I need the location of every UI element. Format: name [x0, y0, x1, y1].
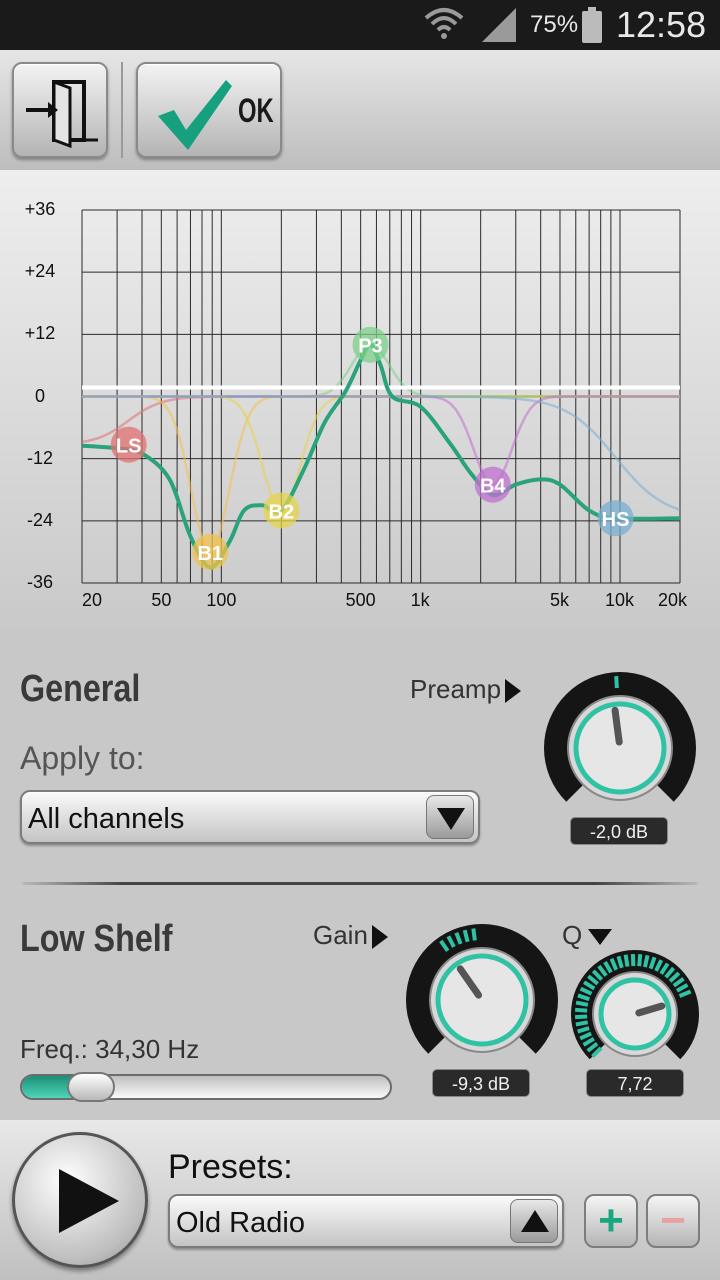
presets-value: Old Radio — [176, 1207, 305, 1239]
clock: 12:58 — [616, 4, 707, 45]
apply-to-value: All channels — [28, 803, 185, 835]
knob-tick — [574, 1014, 588, 1020]
play-button[interactable] — [12, 1132, 148, 1268]
q-value: 7,72 — [586, 1069, 684, 1097]
q-label-group[interactable]: Q — [562, 920, 613, 951]
ok-label: OK — [238, 92, 274, 130]
knob-tick — [575, 1000, 589, 1007]
knob-tick — [462, 929, 470, 943]
presets-label: Presets: — [168, 1148, 293, 1186]
knob-tick — [643, 954, 650, 968]
band-label-b2: B2 — [269, 501, 295, 523]
play-icon — [59, 1169, 119, 1233]
gain-label-group[interactable]: Gain — [313, 920, 388, 951]
eq-graph[interactable]: LS B1 B2 P3 B4 HS — [0, 170, 720, 630]
knob-tick — [614, 675, 619, 689]
triangle-down-icon — [588, 929, 613, 946]
band-label-hs: HS — [602, 509, 630, 531]
apply-to-dropdown[interactable]: All channels — [20, 790, 480, 844]
battery-percent: 75% — [530, 11, 579, 38]
knob-tick — [575, 1020, 589, 1027]
eq-graph-panel: +36 +24 +12 0 -12 -24 -36 20 50 100 500 1k 5k 10k 20k… — [0, 170, 720, 630]
add-preset-button[interactable]: + — [584, 1194, 638, 1248]
general-title: General — [20, 668, 141, 710]
status-bar: 75% 12:58 — [0, 0, 720, 50]
q-label: Q — [562, 920, 583, 950]
minus-icon: − — [660, 1196, 686, 1245]
ok-button[interactable]: OK — [136, 62, 282, 158]
section-divider — [22, 882, 698, 885]
band-label-b1: B1 — [197, 543, 223, 565]
total-response-curve — [81, 342, 681, 570]
battery-icon — [582, 7, 602, 43]
band-title: Low Shelf — [20, 918, 173, 960]
gain-knob[interactable] — [402, 922, 562, 1062]
plus-icon: + — [598, 1196, 624, 1245]
knob-tick — [575, 1007, 588, 1013]
dropdown-button[interactable] — [510, 1199, 558, 1243]
band-curve-b1 — [82, 395, 680, 554]
dropdown-button[interactable] — [426, 795, 474, 839]
toolbar-separator — [121, 62, 123, 158]
bottom-bar: Presets: Old Radio + − — [0, 1120, 720, 1280]
gain-value: -9,3 dB — [432, 1069, 530, 1097]
gain-label: Gain — [313, 920, 368, 950]
band-curve-b4 — [82, 395, 680, 486]
band-label-p3: P3 — [358, 336, 382, 358]
triangle-right-icon — [505, 679, 522, 704]
freq-label: Freq.: 34,30 Hz — [20, 1034, 200, 1064]
knob-face — [598, 977, 672, 1051]
exit-door-icon — [26, 79, 98, 149]
knob-face — [435, 953, 529, 1047]
preamp-knob[interactable] — [540, 670, 700, 810]
knob-pointer — [611, 706, 623, 746]
band-label-ls: LS — [116, 436, 142, 458]
preamp-value: -2,0 dB — [570, 817, 668, 845]
presets-dropdown[interactable]: Old Radio — [168, 1194, 564, 1248]
exit-button[interactable] — [12, 62, 108, 158]
knob-tick — [623, 954, 630, 967]
freq-slider-thumb[interactable] — [66, 1072, 115, 1102]
knob-tick — [637, 954, 643, 967]
apply-to-label: Apply to: — [20, 740, 145, 776]
signal-icon — [482, 8, 516, 42]
wifi-icon — [424, 8, 464, 39]
toolbar: OK — [0, 50, 720, 170]
chevron-up-icon — [521, 1210, 549, 1232]
preamp-label: Preamp — [410, 674, 502, 704]
knob-tick — [471, 928, 477, 941]
knob-face — [573, 701, 667, 795]
remove-preset-button[interactable]: − — [646, 1194, 700, 1248]
checkmark-icon — [158, 80, 232, 150]
band-label-b4: B4 — [480, 476, 506, 498]
triangle-right-icon — [371, 925, 388, 950]
preamp-label-group[interactable]: Preamp — [410, 674, 522, 705]
chevron-down-icon — [437, 808, 465, 830]
q-knob[interactable] — [568, 948, 702, 1066]
